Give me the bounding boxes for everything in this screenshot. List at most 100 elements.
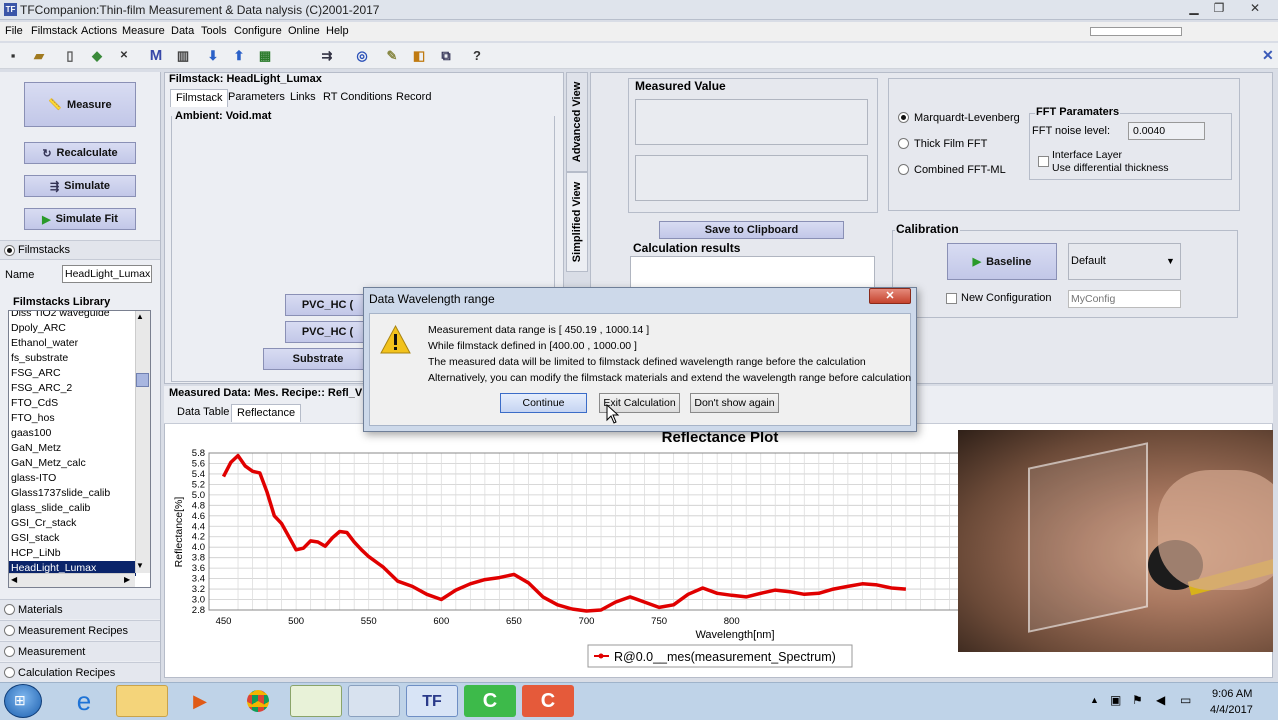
menu-help[interactable]: Help xyxy=(326,25,349,37)
config-name-field[interactable] xyxy=(1068,290,1181,308)
dont-show-again-button[interactable]: Don't show again xyxy=(690,393,779,413)
menu-online[interactable]: Online xyxy=(288,25,320,37)
library-item[interactable]: FSG_ARC xyxy=(9,366,136,381)
scroll-up-icon[interactable]: ▲ xyxy=(136,312,144,321)
simulate-fit-button[interactable]: ▶ Simulate Fit xyxy=(24,208,136,230)
radio-thick-film[interactable] xyxy=(898,138,909,149)
flag-icon[interactable]: ⚑ xyxy=(1132,693,1143,707)
name-field[interactable] xyxy=(62,265,152,283)
library-item[interactable]: GaN_Metz_calc xyxy=(9,456,136,471)
scroll-right-icon[interactable]: ▶ xyxy=(124,575,130,584)
measurement-recipes-radio[interactable] xyxy=(4,625,15,636)
library-item[interactable]: GSI_Cr_stack xyxy=(9,516,136,531)
tab-rt-conditions[interactable]: RT Conditions xyxy=(318,89,397,107)
library-list[interactable]: Diss TiO2 waveguide Dpoly_ARC Ethanol_wate… xyxy=(8,310,151,588)
m-icon[interactable]: M xyxy=(147,47,165,65)
baseline-button[interactable]: ▶ Baseline xyxy=(947,243,1057,280)
library-item[interactable]: Glass1737slide_calib xyxy=(9,486,136,501)
library-scrollbar[interactable] xyxy=(135,311,150,573)
clock-time[interactable]: 9:06 AM xyxy=(1212,688,1252,700)
library-item[interactable]: GSI_stack xyxy=(9,531,136,546)
clock-date[interactable]: 4/4/2017 xyxy=(1210,704,1253,716)
accordion-measurement-recipes[interactable]: Measurement Recipes xyxy=(0,620,160,640)
library-item[interactable]: Ethanol_water xyxy=(9,336,136,351)
fft-noise-field[interactable] xyxy=(1128,122,1205,140)
simulate-button[interactable]: ⇶ Simulate xyxy=(24,175,136,197)
chart-icon[interactable]: ▥ xyxy=(174,47,192,65)
library-item[interactable]: Dpoly_ARC xyxy=(9,321,136,336)
measure-button[interactable]: 📏 Measure xyxy=(24,82,136,127)
library-item[interactable]: fs_substrate xyxy=(9,351,136,366)
control-panel-icon[interactable] xyxy=(348,685,400,717)
tools-icon[interactable]: ✎ xyxy=(383,47,401,65)
tab-data-table[interactable]: Data Table xyxy=(172,404,234,422)
volume-icon[interactable]: ◀ xyxy=(1156,693,1165,707)
tab-record[interactable]: Record xyxy=(391,89,436,107)
menu-actions[interactable]: Actions xyxy=(81,25,117,37)
tab-filmstack[interactable]: Filmstack xyxy=(170,89,229,107)
layer-pvc-hc-1[interactable]: PVC_HC ( xyxy=(285,294,370,316)
library-item[interactable]: Diss TiO2 waveguide xyxy=(9,311,136,321)
interface-layer-checkbox[interactable] xyxy=(1038,156,1049,167)
radio-combined[interactable] xyxy=(898,164,909,175)
open-folder-icon[interactable]: ▰ xyxy=(30,47,48,65)
save-icon[interactable]: ▪ xyxy=(4,47,22,65)
menu-filmstack[interactable]: Filmstack xyxy=(31,25,77,37)
menu-tools[interactable]: Tools xyxy=(201,25,227,37)
help-icon[interactable]: ? xyxy=(468,47,486,65)
close-panel-icon[interactable]: ✕ xyxy=(1262,47,1274,64)
palette-icon[interactable]: ◧ xyxy=(410,47,428,65)
library-item[interactable]: HCP_LiNb xyxy=(9,546,136,561)
dialog-close-button[interactable]: ✕ xyxy=(869,288,911,304)
minimize-button[interactable]: ▁ xyxy=(1182,1,1206,17)
library-item[interactable]: gaas100 xyxy=(9,426,136,441)
library-hscrollbar[interactable] xyxy=(9,573,135,587)
library-item[interactable]: FTO_hos xyxy=(9,411,136,426)
library-item[interactable]: FSG_ARC_2 xyxy=(9,381,136,396)
media-player-icon[interactable]: ▶ xyxy=(174,685,226,717)
layer-pvc-hc-2[interactable]: PVC_HC ( xyxy=(285,321,370,343)
menu-configure[interactable]: Configure xyxy=(234,25,282,37)
new-document-icon[interactable]: ▯ xyxy=(61,47,79,65)
library-item[interactable]: glass-ITO xyxy=(9,471,136,486)
filmstacks-radio[interactable] xyxy=(4,245,15,256)
target-icon[interactable]: ◎ xyxy=(353,47,371,65)
library-item[interactable]: GaN_Metz xyxy=(9,441,136,456)
internet-explorer-icon[interactable]: e xyxy=(58,685,110,717)
menu-file[interactable]: File xyxy=(5,25,23,37)
arrow-down-icon[interactable]: ⬇ xyxy=(204,47,222,65)
camtasia-studio-icon[interactable]: C xyxy=(522,685,574,717)
layers-icon[interactable]: ◆ xyxy=(88,47,106,65)
tab-reflectance[interactable]: Reflectance xyxy=(231,404,302,422)
accordion-measurement[interactable]: Measurement xyxy=(0,641,160,661)
continue-button[interactable]: Continue xyxy=(500,393,587,413)
new-config-checkbox[interactable] xyxy=(946,293,957,304)
calculation-recipes-radio[interactable] xyxy=(4,667,15,678)
library-item[interactable]: glass_slide_calib xyxy=(9,501,136,516)
menu-data[interactable]: Data xyxy=(171,25,194,37)
tab-links[interactable]: Links xyxy=(285,89,321,107)
table-icon[interactable]: ▦ xyxy=(256,47,274,65)
radio-marquardt[interactable] xyxy=(898,112,909,123)
measurement-radio[interactable] xyxy=(4,646,15,657)
chrome-icon[interactable] xyxy=(232,685,284,717)
accordion-calculation-recipes[interactable]: Calculation Recipes xyxy=(0,662,160,682)
windows-icon[interactable]: ⧉ xyxy=(437,47,455,65)
camtasia-recorder-icon[interactable]: C xyxy=(464,685,516,717)
excel-icon[interactable]: ✕ xyxy=(115,47,133,65)
library-scroll-thumb[interactable] xyxy=(136,373,149,387)
close-button[interactable]: ✕ xyxy=(1240,1,1270,17)
transfer-icon[interactable]: ⇉ xyxy=(318,47,336,65)
maximize-button[interactable]: ❐ xyxy=(1207,1,1231,17)
tab-parameters[interactable]: Parameters xyxy=(223,89,290,107)
notepad-icon[interactable] xyxy=(290,685,342,717)
network-icon[interactable]: ▣ xyxy=(1110,693,1121,707)
library-item[interactable]: FTO_CdS xyxy=(9,396,136,411)
recalculate-button[interactable]: ↻ Recalculate xyxy=(24,142,136,164)
file-explorer-icon[interactable] xyxy=(116,685,168,717)
accordion-materials[interactable]: Materials xyxy=(0,599,160,619)
menu-measure[interactable]: Measure xyxy=(122,25,165,37)
tfcompanion-taskbar-icon[interactable]: TF xyxy=(406,685,458,717)
display-icon[interactable]: ▭ xyxy=(1180,693,1191,707)
save-clipboard-button[interactable]: Save to Clipboard xyxy=(659,221,844,239)
